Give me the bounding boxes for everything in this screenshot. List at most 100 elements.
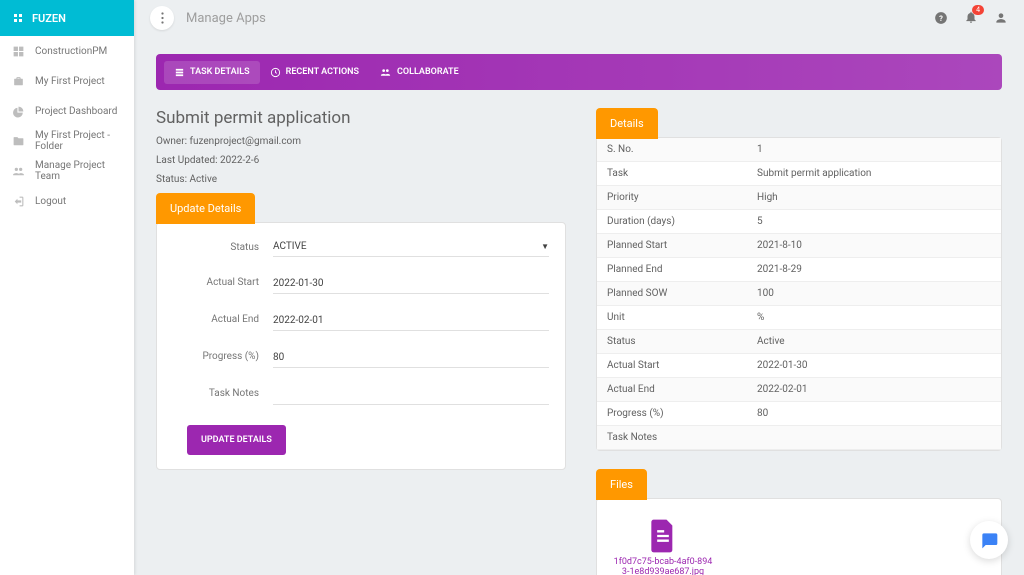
briefcase-icon bbox=[12, 75, 25, 88]
progress-input[interactable] bbox=[273, 348, 549, 368]
team-icon bbox=[12, 165, 25, 178]
label-task-notes: Task Notes bbox=[173, 388, 273, 399]
details-tab: Details bbox=[596, 108, 658, 139]
tab-label: COLLABORATE bbox=[397, 67, 459, 77]
status-line: Status: Active bbox=[156, 174, 566, 185]
chat-icon bbox=[979, 530, 999, 550]
detail-value: 100 bbox=[747, 282, 1001, 306]
files-tab: Files bbox=[596, 469, 647, 500]
topbar-actions: ? bbox=[934, 9, 1008, 28]
status-select[interactable]: ACTIVE ▼ bbox=[273, 237, 549, 257]
table-row: Actual End2022-02-01 bbox=[597, 378, 1001, 402]
task-notes-input[interactable] bbox=[273, 385, 549, 405]
detail-key: Unit bbox=[597, 306, 747, 330]
chevron-down-icon: ▼ bbox=[541, 242, 549, 251]
notification-button[interactable] bbox=[964, 9, 978, 28]
detail-value: Submit permit application bbox=[747, 162, 1001, 186]
brand-header[interactable]: FUZEN bbox=[0, 0, 134, 36]
sidebar-item-folder[interactable]: My First Project - Folder bbox=[0, 126, 134, 156]
file-name: 1f0d7c75-bcab-4af0-8943-1e8d939ae687.jpg bbox=[613, 557, 713, 575]
help-icon[interactable]: ? bbox=[934, 11, 948, 25]
owner-line: Owner: fuzenproject@gmail.com bbox=[156, 136, 566, 147]
detail-value: 2022-01-30 bbox=[747, 354, 1001, 378]
detail-value bbox=[747, 426, 1001, 450]
topbar-title: Manage Apps bbox=[186, 11, 266, 26]
table-row: Unit% bbox=[597, 306, 1001, 330]
users-icon bbox=[379, 67, 392, 78]
tab-recent-actions[interactable]: RECENT ACTIONS bbox=[260, 61, 369, 84]
detail-key: Task Notes bbox=[597, 426, 747, 450]
chat-widget-button[interactable] bbox=[970, 521, 1008, 559]
table-row: Progress (%)80 bbox=[597, 402, 1001, 426]
more-icon bbox=[161, 12, 164, 24]
detail-key: Actual End bbox=[597, 378, 747, 402]
detail-key: Actual Start bbox=[597, 354, 747, 378]
tab-task-details[interactable]: TASK DETAILS bbox=[164, 61, 260, 84]
detail-key: Progress (%) bbox=[597, 402, 747, 426]
sidebar-item-myfirstproject[interactable]: My First Project bbox=[0, 66, 134, 96]
table-row: Planned Start2021-8-10 bbox=[597, 234, 1001, 258]
dashboard-icon bbox=[12, 105, 25, 118]
detail-key: Task bbox=[597, 162, 747, 186]
sidebar-item-logout[interactable]: Logout bbox=[0, 186, 134, 216]
table-row: Actual Start2022-01-30 bbox=[597, 354, 1001, 378]
folder-icon bbox=[12, 135, 25, 148]
detail-value: % bbox=[747, 306, 1001, 330]
page-title: Submit permit application bbox=[156, 108, 566, 128]
details-card: S. No.1TaskSubmit permit applicationPrio… bbox=[596, 137, 1002, 451]
actual-start-input[interactable] bbox=[273, 274, 549, 294]
sidebar-item-team[interactable]: Manage Project Team bbox=[0, 156, 134, 186]
detail-value: High bbox=[747, 186, 1001, 210]
detail-key: Planned End bbox=[597, 258, 747, 282]
updated-line: Last Updated: 2022-2-6 bbox=[156, 155, 566, 166]
user-icon[interactable] bbox=[994, 11, 1008, 25]
topbar: Manage Apps ? bbox=[134, 0, 1024, 36]
table-row: Planned SOW100 bbox=[597, 282, 1001, 306]
details-table: S. No.1TaskSubmit permit applicationPrio… bbox=[597, 138, 1001, 450]
file-icon bbox=[649, 519, 677, 553]
sidebar-item-label: Logout bbox=[35, 196, 66, 207]
update-details-tab: Update Details bbox=[156, 193, 255, 224]
label-progress: Progress (%) bbox=[173, 351, 273, 362]
table-row: Duration (days)5 bbox=[597, 210, 1001, 234]
table-row: S. No.1 bbox=[597, 138, 1001, 162]
detail-key: Status bbox=[597, 330, 747, 354]
logout-icon bbox=[12, 195, 25, 208]
table-row: Task Notes bbox=[597, 426, 1001, 450]
sidebar-item-label: ConstructionPM bbox=[35, 46, 107, 57]
svg-text:?: ? bbox=[939, 14, 943, 23]
detail-key: Priority bbox=[597, 186, 747, 210]
sidebar-item-label: Manage Project Team bbox=[35, 160, 122, 182]
label-actual-start: Actual Start bbox=[173, 277, 273, 288]
bell-icon bbox=[964, 10, 978, 24]
grid-icon bbox=[12, 45, 25, 58]
table-row: Planned End2021-8-29 bbox=[597, 258, 1001, 282]
sidebar-item-dashboard[interactable]: Project Dashboard bbox=[0, 96, 134, 126]
file-item[interactable]: 1f0d7c75-bcab-4af0-8943-1e8d939ae687.jpg bbox=[613, 519, 713, 575]
tab-collaborate[interactable]: COLLABORATE bbox=[369, 61, 469, 84]
actual-end-input[interactable] bbox=[273, 311, 549, 331]
update-details-button[interactable]: UPDATE DETAILS bbox=[187, 425, 286, 455]
apps-icon bbox=[12, 12, 24, 24]
main-content: TASK DETAILS RECENT ACTIONS COLLABORATE … bbox=[134, 36, 1024, 575]
label-status: Status bbox=[173, 242, 273, 253]
detail-key: Planned SOW bbox=[597, 282, 747, 306]
table-row: StatusActive bbox=[597, 330, 1001, 354]
table-row: TaskSubmit permit application bbox=[597, 162, 1001, 186]
detail-value: 2021-8-29 bbox=[747, 258, 1001, 282]
files-card: 1f0d7c75-bcab-4af0-8943-1e8d939ae687.jpg… bbox=[596, 498, 1002, 575]
detail-value: 1 bbox=[747, 138, 1001, 162]
tab-label: RECENT ACTIONS bbox=[286, 67, 359, 77]
brand-text: FUZEN bbox=[32, 12, 66, 25]
detail-value: 2021-8-10 bbox=[747, 234, 1001, 258]
sidebar-item-label: My First Project bbox=[35, 76, 105, 87]
sidebar-item-constructionpm[interactable]: ConstructionPM bbox=[0, 36, 134, 66]
detail-value: 5 bbox=[747, 210, 1001, 234]
label-actual-end: Actual End bbox=[173, 314, 273, 325]
topbar-menu-button[interactable] bbox=[150, 6, 174, 30]
tab-label: TASK DETAILS bbox=[190, 67, 250, 77]
detail-key: Duration (days) bbox=[597, 210, 747, 234]
sidebar-item-label: My First Project - Folder bbox=[35, 130, 122, 152]
detail-value: Active bbox=[747, 330, 1001, 354]
tabs-bar: TASK DETAILS RECENT ACTIONS COLLABORATE bbox=[156, 54, 1002, 90]
